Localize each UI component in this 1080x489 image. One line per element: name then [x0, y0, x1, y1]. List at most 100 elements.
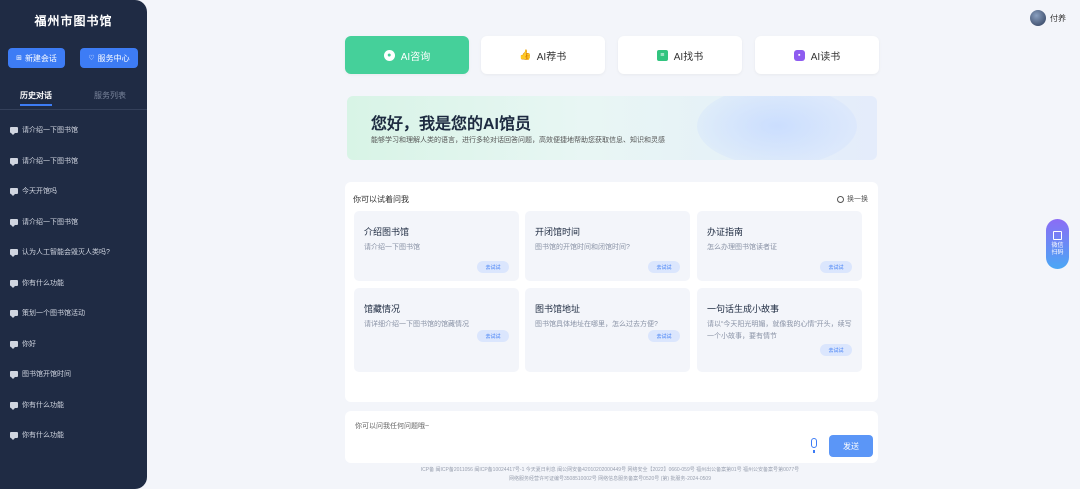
new-chat-button[interactable]: ⊞ 新建会话 — [8, 48, 65, 68]
list-item[interactable]: 你有什么功能 — [0, 420, 147, 451]
suggestion-card[interactable]: 一句话生成小故事 请以“今天阳光明媚，就像我的心情”开头，续写一个小故事，要有情… — [697, 288, 862, 372]
thumbs-up-icon: 👍 — [519, 49, 532, 61]
history-item-label: 你好 — [22, 340, 36, 348]
history-item-label: 请介绍一下图书馆 — [22, 157, 78, 165]
suggestion-card[interactable]: 办证指南 怎么办理图书馆读者证 去试试 — [697, 211, 862, 281]
tab-ai-read[interactable]: ▪ AI读书 — [755, 36, 879, 74]
list-item[interactable]: 请介绍一下图书馆 — [0, 115, 147, 146]
service-center-label: 服务中心 — [97, 53, 130, 63]
history-item-label: 你有什么功能 — [22, 432, 64, 440]
chat-icon — [10, 432, 18, 441]
tab-ai-recommend[interactable]: 👍 AI荐书 — [481, 36, 605, 74]
chat-bubble-icon: ● — [383, 49, 395, 61]
chat-icon — [10, 249, 18, 258]
suggestion-card[interactable]: 图书馆地址 图书馆具体地址在哪里，怎么过去方便? 去试试 — [525, 288, 690, 372]
chat-icon — [10, 401, 18, 410]
list-item[interactable]: 认为人工智能会毁灭人类吗? — [0, 237, 147, 268]
book-icon: ▪ — [793, 49, 805, 61]
tab-label: AI读书 — [810, 51, 841, 63]
try-button[interactable]: 去试试 — [820, 344, 852, 356]
chat-icon — [10, 157, 18, 166]
chat-icon — [10, 127, 18, 136]
avatar[interactable] — [1030, 10, 1046, 26]
card-title: 图书馆地址 — [535, 304, 581, 314]
chat-icon — [10, 340, 18, 349]
chat-icon — [10, 371, 18, 380]
card-title: 介绍图书馆 — [364, 227, 410, 237]
chat-icon — [10, 218, 18, 227]
card-title: 开闭馆时间 — [535, 227, 581, 237]
suggestion-card[interactable]: 馆藏情况 请详细介绍一下图书馆的馆藏情况 去试试 — [354, 288, 519, 372]
wechat-scan-label: 微信扫码 — [1051, 243, 1064, 256]
list-item[interactable]: 策划一个图书馆活动 — [0, 298, 147, 329]
banner-subtitle: 能够学习和理解人类的语言，进行多轮对话回答问题，高效便捷地帮助您获取信息、知识和… — [371, 137, 665, 144]
card-desc: 怎么办理图书馆读者证 — [707, 244, 777, 251]
service-center-button[interactable]: ♡ 服务中心 — [80, 48, 138, 68]
list-item[interactable]: 图书馆开馆时间 — [0, 359, 147, 390]
banner-title: 您好，我是您的AI馆员 — [371, 116, 532, 133]
list-item[interactable]: 你好 — [0, 329, 147, 360]
qr-code-icon — [1053, 231, 1062, 240]
user-menu[interactable]: 付养 — [1030, 10, 1066, 26]
footer-line-2: 网络服务经营许可证编号3508510002号 网络信息服务备案号0520号 (第… — [508, 476, 711, 482]
try-button[interactable]: 去试试 — [648, 330, 680, 342]
tab-service-list[interactable]: 服务列表 — [94, 90, 126, 101]
list-item[interactable]: 你有什么功能 — [0, 268, 147, 299]
tab-history[interactable]: 历史对话 — [20, 90, 52, 106]
card-title: 馆藏情况 — [364, 304, 401, 314]
card-desc: 图书馆的开馆时间和闭馆时间? — [535, 244, 630, 251]
chat-icon — [10, 279, 18, 288]
refresh-button[interactable]: 换一换 — [837, 194, 868, 204]
history-item-label: 请介绍一下图书馆 — [22, 218, 78, 226]
tab-label: AI荐书 — [536, 51, 567, 63]
chat-icon — [10, 188, 18, 197]
list-item[interactable]: 请介绍一下图书馆 — [0, 146, 147, 177]
list-item[interactable]: 今天开馆吗 — [0, 176, 147, 207]
tab-ai-find-book[interactable]: ≡ AI找书 — [618, 36, 742, 74]
sidebar: 福州市图书馆 ⊞ 新建会话 ♡ 服务中心 历史对话 服务列表 请介绍一下图书馆 … — [0, 0, 147, 489]
sidebar-tabs: 历史对话 服务列表 — [0, 90, 147, 110]
refresh-label: 换一换 — [847, 196, 868, 203]
chat-input-box[interactable]: 你可以问我任何问题哦~ 发送 — [345, 411, 878, 463]
library-title: 福州市图书馆 — [34, 14, 113, 28]
wechat-scan-widget[interactable]: 微信扫码 — [1046, 219, 1069, 269]
welcome-banner: 您好，我是您的AI馆员 能够学习和理解人类的语言，进行多轮对话回答问题，高效便捷… — [347, 96, 877, 160]
tab-label: AI咨询 — [400, 51, 431, 63]
suggestion-card[interactable]: 开闭馆时间 图书馆的开馆时间和闭馆时间? 去试试 — [525, 211, 690, 281]
try-button[interactable]: 去试试 — [477, 261, 509, 273]
book-search-icon: ≡ — [656, 49, 668, 61]
try-button[interactable]: 去试试 — [477, 330, 509, 342]
history-item-label: 你有什么功能 — [22, 401, 64, 409]
new-chat-icon: ⊞ — [16, 55, 22, 62]
banner-decoration — [697, 96, 857, 160]
history-item-label: 策划一个图书馆活动 — [22, 310, 85, 318]
card-desc: 请以“今天阳光明媚，就像我的心情”开头，续写一个小故事，要有情节 — [707, 321, 852, 340]
history-item-label: 图书馆开馆时间 — [22, 371, 71, 379]
card-title: 一句话生成小故事 — [707, 304, 780, 314]
tab-ai-consult[interactable]: ● AI咨询 — [345, 36, 469, 74]
chat-icon — [10, 310, 18, 319]
card-title: 办证指南 — [707, 227, 744, 237]
chat-input-placeholder[interactable]: 你可以问我任何问题哦~ — [355, 421, 429, 431]
list-item[interactable]: 你有什么功能 — [0, 390, 147, 421]
suggestion-title: 你可以试着问我 — [353, 195, 409, 204]
new-chat-label: 新建会话 — [24, 53, 57, 63]
tab-label: AI找书 — [673, 51, 704, 63]
try-button[interactable]: 去试试 — [820, 261, 852, 273]
footer-line-1: ICP备 闽ICP备2011056 闽ICP备10024417号-1 今天夏日利… — [420, 467, 800, 473]
card-desc: 请介绍一下图书馆 — [364, 244, 420, 251]
try-button[interactable]: 去试试 — [648, 261, 680, 273]
suggestion-panel: 你可以试着问我 换一换 介绍图书馆 请介绍一下图书馆 去试试 开闭馆时间 图书馆… — [345, 182, 878, 402]
microphone-icon[interactable] — [811, 438, 817, 453]
user-name: 付养 — [1050, 13, 1066, 23]
history-item-label: 请介绍一下图书馆 — [22, 127, 78, 135]
history-list: 请介绍一下图书馆 请介绍一下图书馆 今天开馆吗 请介绍一下图书馆 认为人工智能会… — [0, 115, 147, 451]
list-item[interactable]: 请介绍一下图书馆 — [0, 207, 147, 238]
history-item-label: 你有什么功能 — [22, 279, 64, 287]
history-item-label: 今天开馆吗 — [22, 188, 57, 196]
refresh-icon — [837, 195, 844, 203]
send-button[interactable]: 发送 — [829, 435, 873, 457]
history-item-label: 认为人工智能会毁灭人类吗? — [22, 249, 110, 257]
footer: ICP备 闽ICP备2011056 闽ICP备10024417号-1 今天夏日利… — [360, 466, 860, 484]
suggestion-card[interactable]: 介绍图书馆 请介绍一下图书馆 去试试 — [354, 211, 519, 281]
